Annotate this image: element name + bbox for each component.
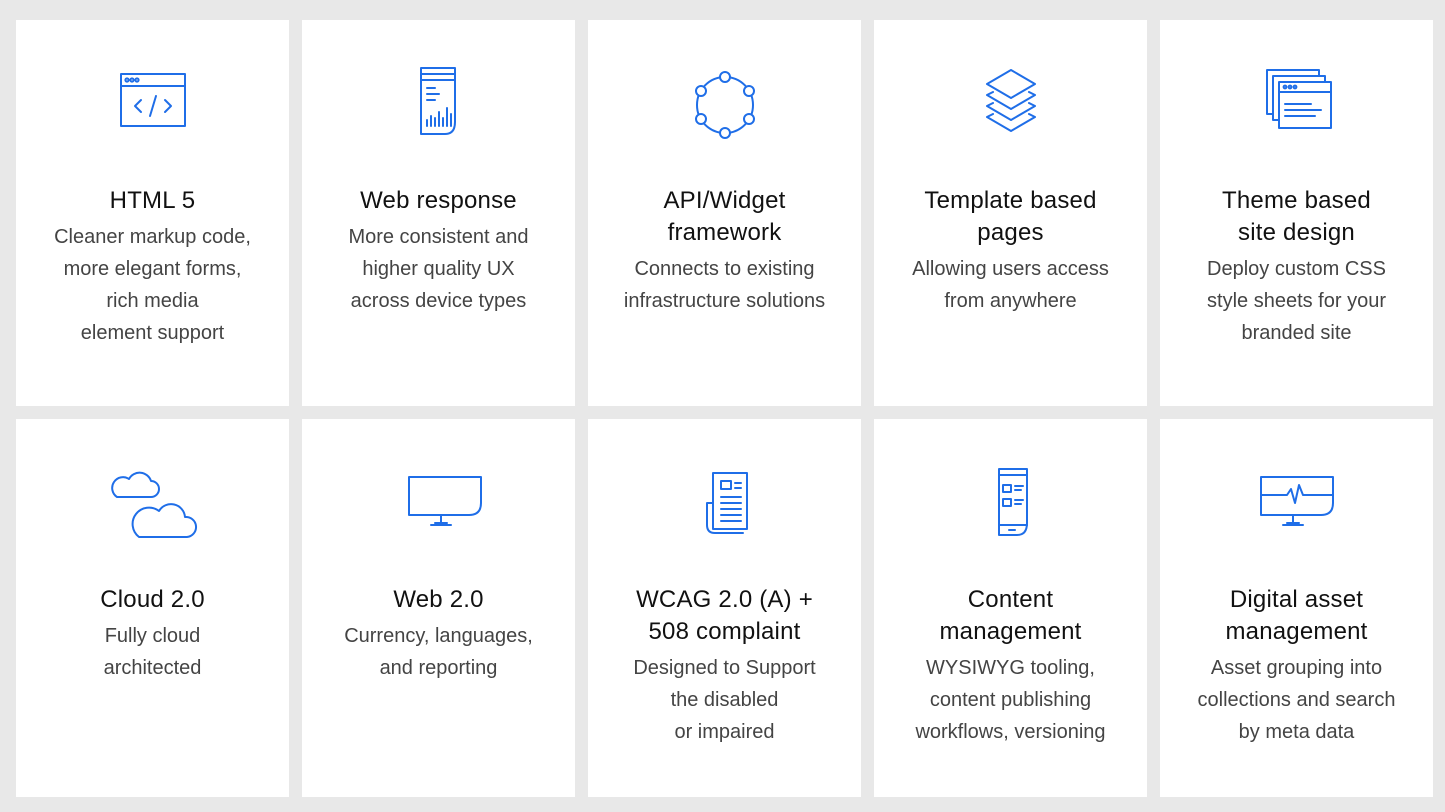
feature-description: Currency, languages, and reporting	[344, 625, 533, 679]
feature-card-digital-asset: Digital asset management Asset grouping …	[1160, 419, 1433, 797]
feature-title: WCAG 2.0 (A) + 508 complaint	[636, 586, 813, 645]
feature-card-cloud: Cloud 2.0 Fully cloud architected	[16, 419, 289, 797]
mobile-analytics-icon	[397, 64, 481, 148]
feature-title: HTML 5	[109, 187, 196, 214]
feature-title: Theme based site design	[1222, 187, 1371, 246]
feature-title: Digital asset management	[1225, 586, 1368, 645]
feature-title: API/Widget framework	[663, 187, 786, 246]
feature-description: Asset grouping into collections and sear…	[1197, 657, 1396, 743]
feature-description: Cleaner markup code, more elegant forms,…	[54, 226, 251, 344]
document-icon	[683, 463, 767, 547]
monitor-icon	[397, 463, 482, 547]
feature-card-web-response: Web response More consistent and higher …	[302, 20, 575, 406]
feature-description: WYSIWYG tooling, content publishing work…	[915, 657, 1106, 743]
mobile-content-icon	[969, 463, 1053, 547]
stacked-windows-icon	[1255, 64, 1339, 148]
layers-icon	[969, 64, 1053, 148]
feature-title: Cloud 2.0	[100, 586, 205, 613]
feature-description: Deploy custom CSS style sheets for your …	[1207, 258, 1386, 344]
feature-card-content-management: Content management WYSIWYG tooling, cont…	[874, 419, 1147, 797]
feature-title: Web 2.0	[393, 586, 484, 613]
feature-grid: HTML 5 Cleaner markup code, more elegant…	[16, 20, 1433, 797]
feature-title: Web response	[360, 187, 517, 214]
feature-card-api-widget: API/Widget framework Connects to existin…	[588, 20, 861, 406]
feature-description: Designed to Support the disabled or impa…	[633, 657, 816, 743]
feature-card-html5: HTML 5 Cleaner markup code, more elegant…	[16, 20, 289, 406]
code-window-icon	[111, 64, 195, 148]
feature-card-theme-design: Theme based site design Deploy custom CS…	[1160, 20, 1433, 406]
feature-title: Content management	[939, 586, 1082, 645]
feature-description: Allowing users access from anywhere	[912, 258, 1109, 312]
network-nodes-icon	[683, 64, 767, 148]
feature-description: More consistent and higher quality UX ac…	[348, 226, 529, 312]
feature-card-template-pages: Template based pages Allowing users acce…	[874, 20, 1147, 406]
monitor-pulse-icon	[1255, 463, 1339, 547]
feature-description: Connects to existing infrastructure solu…	[623, 258, 826, 312]
feature-card-web2: Web 2.0 Currency, languages, and reporti…	[302, 419, 575, 797]
feature-description: Fully cloud architected	[103, 625, 202, 679]
cloud-icon	[110, 463, 197, 547]
feature-card-wcag: WCAG 2.0 (A) + 508 complaint Designed to…	[588, 419, 861, 797]
feature-title: Template based pages	[924, 187, 1097, 246]
